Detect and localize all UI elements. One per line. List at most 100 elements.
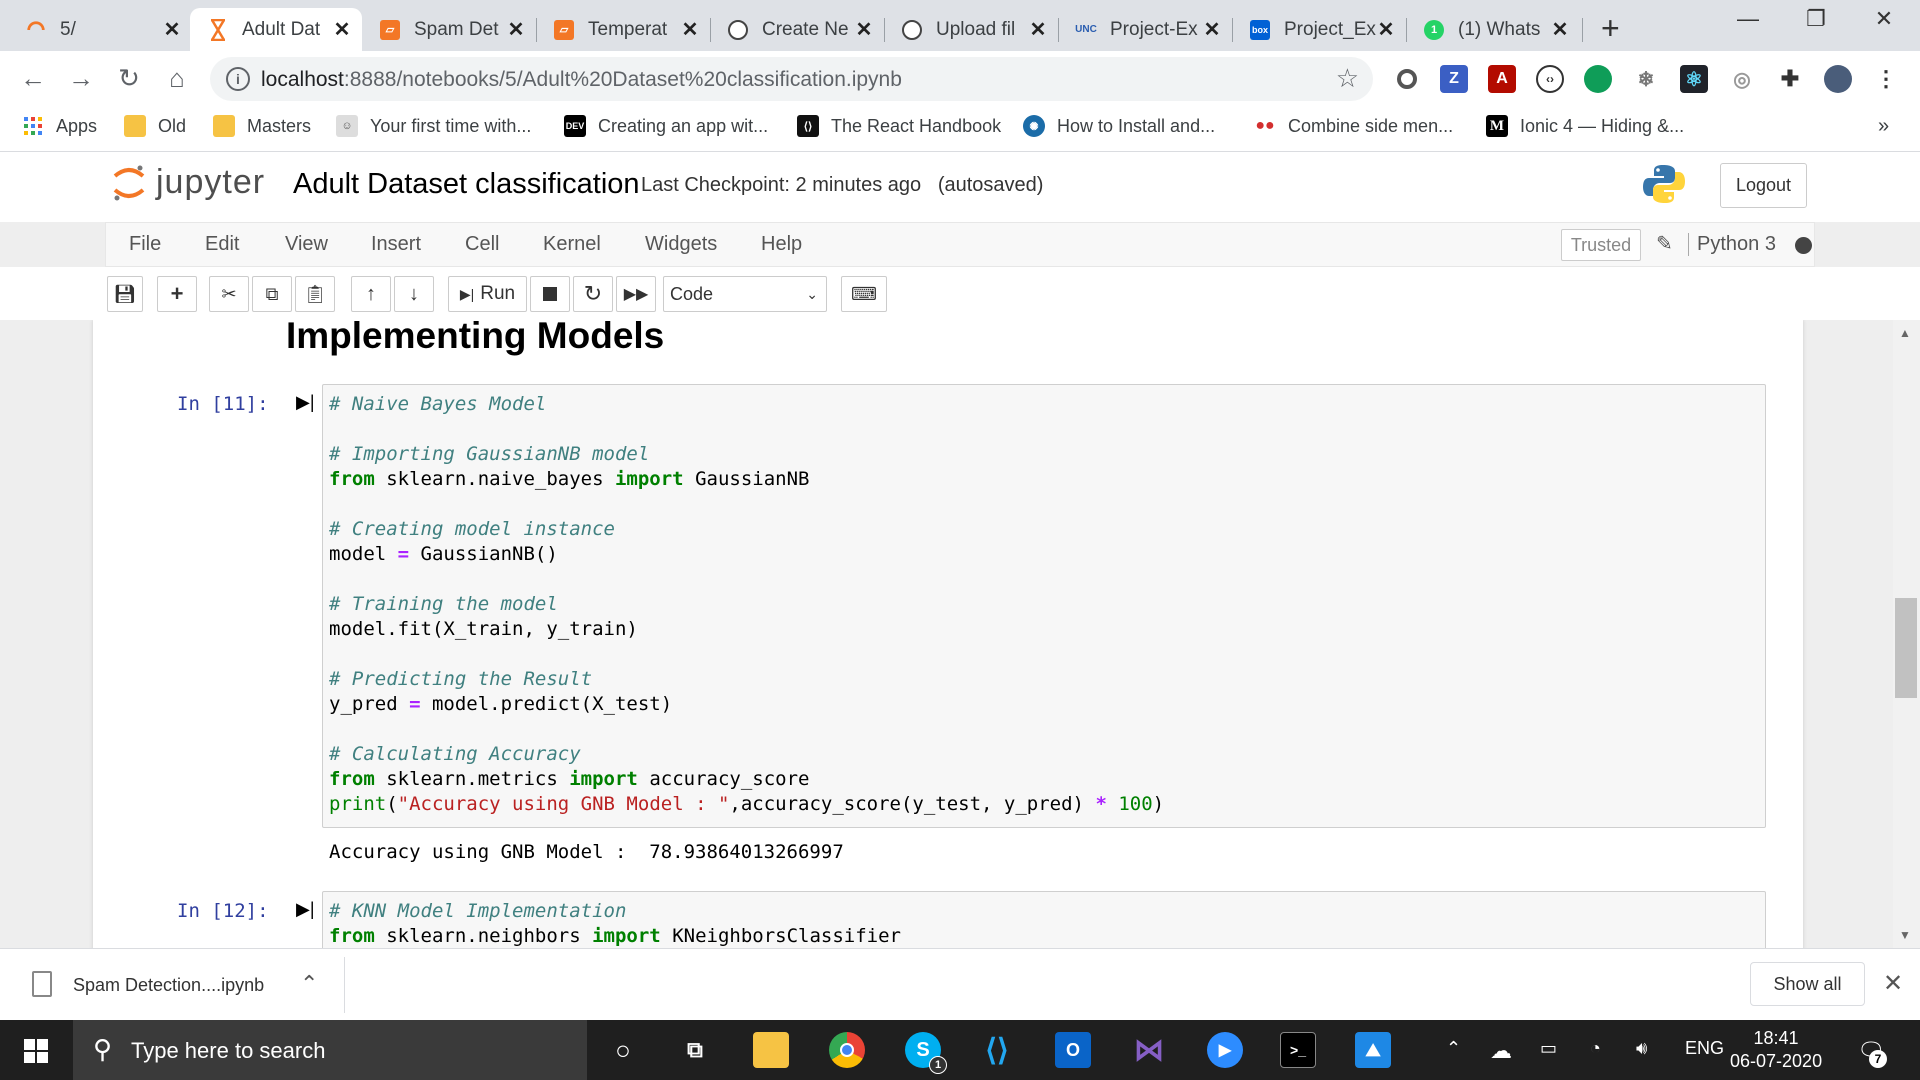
battery-icon[interactable]: ▭ <box>1540 1038 1557 1059</box>
restart-kernel-button[interactable]: ↻ <box>573 276 613 312</box>
jupyter-logo[interactable]: jupyter <box>112 162 265 202</box>
menu-kernel[interactable]: Kernel <box>543 233 601 256</box>
site-info-icon[interactable]: i <box>226 67 250 91</box>
back-icon[interactable]: ← <box>16 63 50 94</box>
save-button[interactable]: 💾︎ <box>107 276 143 312</box>
outlook-icon[interactable]: O <box>1055 1032 1091 1068</box>
browser-tab[interactable]: Upload fil ✕ <box>884 8 1058 51</box>
menu-cell[interactable]: Cell <box>465 233 499 256</box>
code-editor[interactable]: # KNN Model Implementation from sklearn.… <box>323 892 1765 948</box>
zotero-icon[interactable]: Z <box>1440 65 1468 93</box>
paste-button[interactable]: 📋︎ <box>295 276 335 312</box>
chrome-menu-icon[interactable]: ⋮ <box>1872 65 1900 93</box>
close-tab-icon[interactable]: ✕ <box>332 17 352 42</box>
react-devtools-icon[interactable]: ⚛ <box>1680 65 1708 93</box>
taskbar-search[interactable]: ⚲ Type here to search <box>73 1020 587 1080</box>
close-tab-icon[interactable]: ✕ <box>680 17 700 42</box>
bookmarks-overflow-icon[interactable]: » <box>1878 115 1889 138</box>
windows-start-icon[interactable] <box>24 1039 48 1063</box>
tray-chevron-up-icon[interactable]: ⌃ <box>1446 1038 1461 1059</box>
bookmark-apps[interactable]: Apps <box>22 115 97 137</box>
photos-icon[interactable]: ⛰ <box>1355 1032 1391 1068</box>
cell-type-select[interactable]: Code ⌄ <box>663 276 827 312</box>
logout-button[interactable]: Logout <box>1720 163 1807 208</box>
menu-file[interactable]: File <box>129 233 161 256</box>
close-tab-icon[interactable]: ✕ <box>854 17 874 42</box>
close-icon[interactable]: ✕ <box>1883 969 1903 998</box>
code-cell-input[interactable]: # KNN Model Implementation from sklearn.… <box>322 891 1766 948</box>
command-palette-button[interactable]: ⌨ <box>841 276 887 312</box>
code-cell-input[interactable]: # Naive Bayes Model # Importing Gaussian… <box>322 384 1766 828</box>
markdown-heading[interactable]: Implementing Models <box>286 320 664 357</box>
bookmark-star-icon[interactable]: ☆ <box>1336 63 1359 94</box>
close-tab-icon[interactable]: ✕ <box>1376 17 1396 42</box>
terminal-icon[interactable]: >_ <box>1280 1032 1316 1068</box>
bookmark-link[interactable]: M Ionic 4 — Hiding &... <box>1486 115 1684 137</box>
run-button[interactable]: ▶| Run <box>448 276 527 312</box>
insert-cell-button[interactable]: + <box>157 276 197 312</box>
bookmark-link[interactable]: DEV Creating an app wit... <box>564 115 768 137</box>
minimize-icon[interactable]: — <box>1728 6 1768 32</box>
bookmark-link[interactable]: ✺ How to Install and... <box>1023 115 1215 137</box>
wifi-icon[interactable]: ◔ <box>1590 1038 1601 1059</box>
move-down-button[interactable]: ↓ <box>394 276 434 312</box>
menu-widgets[interactable]: Widgets <box>645 233 717 256</box>
notebook-title[interactable]: Adult Dataset classification <box>293 168 640 201</box>
bookmark-folder-masters[interactable]: Masters <box>213 115 311 137</box>
notebook-scroll-area[interactable]: Implementing Models In [11]: ▶| # Naive … <box>0 320 1920 948</box>
download-item[interactable]: Spam Detection....ipynb <box>73 975 264 996</box>
vscode-icon[interactable]: ⟨⟩ <box>979 1032 1015 1068</box>
window-close-icon[interactable]: ✕ <box>1864 6 1904 32</box>
close-tab-icon[interactable]: ✕ <box>1028 17 1048 42</box>
scroll-down-icon[interactable]: ▼ <box>1899 928 1911 942</box>
clock[interactable]: 18:41 06-07-2020 <box>1730 1027 1822 1073</box>
reload-icon[interactable]: ↻ <box>112 63 146 94</box>
kernel-name[interactable]: Python 3 <box>1688 233 1776 256</box>
visual-studio-icon[interactable]: ⋈ <box>1131 1032 1167 1068</box>
chrome-icon[interactable] <box>829 1032 865 1068</box>
address-bar[interactable]: i localhost:8888/notebooks/5/Adult%20Dat… <box>210 57 1373 101</box>
bookmark-link[interactable]: ☺ Your first time with... <box>336 115 531 137</box>
browser-tab[interactable]: box Project_Ex ✕ <box>1232 8 1406 51</box>
close-tab-icon[interactable]: ✕ <box>506 17 526 42</box>
forward-icon[interactable]: → <box>64 63 98 94</box>
onedrive-cloud-icon[interactable]: ☁ <box>1490 1038 1512 1064</box>
trusted-indicator[interactable]: Trusted <box>1561 229 1641 261</box>
close-tab-icon[interactable]: ✕ <box>1202 17 1222 42</box>
zoom-icon[interactable]: ▶ <box>1207 1032 1243 1068</box>
browser-tab[interactable]: 5/ ✕ <box>8 8 192 51</box>
move-up-button[interactable]: ↑ <box>351 276 391 312</box>
restore-icon[interactable]: ❐ <box>1796 6 1836 32</box>
home-icon[interactable]: ⌂ <box>160 63 194 94</box>
browser-tab[interactable]: 1 (1) Whats ✕ <box>1406 8 1580 51</box>
acrobat-icon[interactable]: A <box>1488 65 1516 93</box>
green-extension-icon[interactable] <box>1584 65 1612 93</box>
scroll-up-icon[interactable]: ▲ <box>1899 326 1911 340</box>
code-editor[interactable]: # Naive Bayes Model # Importing Gaussian… <box>323 385 1765 824</box>
chevron-up-icon[interactable]: ⌃ <box>300 971 318 997</box>
browser-tab[interactable]: ▱ Temperat ✕ <box>536 8 710 51</box>
bookmark-folder-old[interactable]: Old <box>124 115 186 137</box>
task-view-icon[interactable]: ⧉ <box>677 1032 713 1068</box>
browser-tab[interactable]: ▱ Spam Det ✕ <box>362 8 536 51</box>
cortana-icon[interactable]: ○ <box>605 1032 641 1068</box>
restart-run-all-button[interactable]: ▶▶ <box>616 276 656 312</box>
menu-help[interactable]: Help <box>761 233 802 256</box>
file-explorer-icon[interactable] <box>753 1032 789 1068</box>
menu-insert[interactable]: Insert <box>371 233 421 256</box>
volume-icon[interactable]: 🔊︎ <box>1636 1038 1647 1059</box>
scrollbar-thumb[interactable] <box>1895 598 1917 698</box>
browser-tab-active[interactable]: Adult Dat ✕ <box>190 8 362 51</box>
url-text[interactable]: localhost:8888/notebooks/5/Adult%20Datas… <box>261 68 902 92</box>
new-tab-icon[interactable]: + <box>1601 10 1620 47</box>
menu-edit[interactable]: Edit <box>205 233 239 256</box>
gray-extension-icon[interactable]: ◎ <box>1728 65 1756 93</box>
extensions-puzzle-icon[interactable]: ✚ <box>1776 65 1804 93</box>
extension-circle-icon[interactable] <box>1393 65 1421 93</box>
show-all-button[interactable]: Show all <box>1750 962 1865 1006</box>
language-indicator[interactable]: ENG <box>1685 1038 1724 1059</box>
interrupt-button[interactable] <box>530 276 570 312</box>
code-extension-icon[interactable]: ‹› <box>1536 65 1564 93</box>
bookmark-link[interactable]: ⟨⟩ The React Handbook <box>797 115 1001 137</box>
cut-button[interactable]: ✂ <box>209 276 249 312</box>
